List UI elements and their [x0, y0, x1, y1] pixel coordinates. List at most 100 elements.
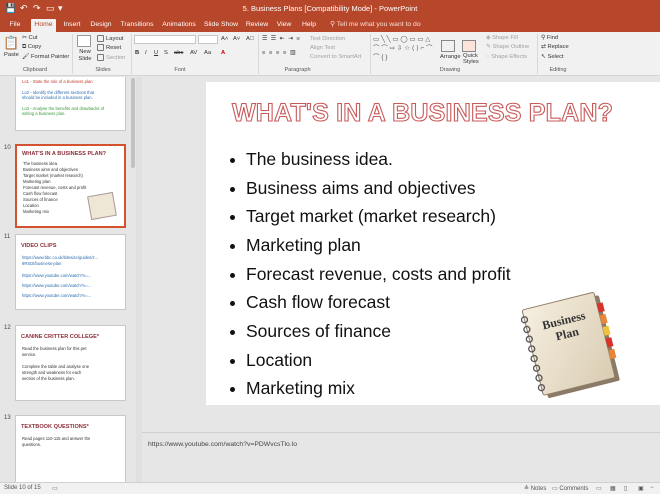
tab-transitions[interactable]: Transitions: [118, 19, 156, 32]
slide-sorter-icon[interactable]: ▦: [610, 485, 616, 492]
new-slide-icon[interactable]: [77, 35, 91, 47]
thumb-line: writing a business plan.: [22, 111, 66, 116]
grow-font-icon[interactable]: A˄: [221, 36, 228, 42]
find-button[interactable]: ⚲ Find: [541, 35, 558, 41]
notes-text[interactable]: https://www.youtube.com/watch?v=PDWvcsTl…: [148, 441, 297, 448]
shrink-font-icon[interactable]: A˅: [233, 36, 240, 42]
tab-design[interactable]: Design: [88, 19, 114, 32]
change-case-icon[interactable]: Aa: [204, 50, 211, 56]
slide-number: 13: [4, 415, 11, 421]
tab-review[interactable]: Review: [244, 19, 270, 32]
bullet-dot: [230, 243, 235, 249]
strikethrough-button[interactable]: abc: [174, 50, 183, 56]
section-icon: [97, 54, 104, 61]
bullet-item[interactable]: Marketing mix: [230, 378, 355, 399]
slide-thumbnail-11[interactable]: VIDEO CLIPS https://www.bbc.co.uk/bitesi…: [15, 234, 126, 310]
convert-smartart-button[interactable]: Convert to SmartArt: [310, 54, 361, 60]
clear-formatting-icon[interactable]: A⃠: [246, 36, 254, 42]
paragraph-group-label: Paragraph: [284, 67, 311, 73]
cut-button[interactable]: ✂ Cut: [22, 35, 38, 41]
bullet-dot: [230, 186, 235, 192]
slide-thumbnail-13[interactable]: TEXTBOOK QUESTIONS* Read pages 110-115 a…: [15, 415, 126, 482]
thumb-line: Cash flow forecast: [23, 191, 58, 196]
business-plan-book-image[interactable]: Business Plan: [512, 287, 632, 403]
ribbon: 📋 Paste ✂ Cut ⧉ Copy 🖌 Format Painter Cl…: [0, 32, 660, 76]
thumb-line: Read pages 110-115 and answer the: [22, 436, 91, 441]
arrange-icon[interactable]: [441, 40, 455, 52]
align-icons[interactable]: ≡ ≡ ≡ ≡ ▥: [262, 50, 296, 56]
notes-pane[interactable]: https://www.youtube.com/watch?v=PDWvcsTl…: [142, 432, 660, 482]
shapes-gallery[interactable]: ▭ ╲ ╲ ▭ ◯ ▭ ▭ △ ⌒ ⌒ ⇨ ⇩ ☆ ⟨ ⟩ ⌐ ⌒ ⌒ { }: [373, 35, 438, 63]
font-size-dropdown[interactable]: [198, 35, 218, 44]
font-name-dropdown[interactable]: [134, 35, 196, 44]
paste-button[interactable]: Paste: [4, 52, 19, 58]
notes-toggle-button[interactable]: ≜ Notes: [524, 485, 546, 492]
italic-button[interactable]: I: [145, 50, 147, 56]
shape-outline-button[interactable]: ✎ Shape Outline: [486, 44, 529, 50]
reading-view-icon[interactable]: ▯: [624, 485, 627, 492]
shape-fill-button[interactable]: ◈ Shape Fill: [486, 35, 518, 41]
paste-icon[interactable]: 📋: [3, 35, 19, 51]
format-painter-button[interactable]: 🖌 Format Painter: [22, 54, 69, 60]
divider: [258, 34, 259, 74]
bullet-dot: [230, 300, 235, 306]
slide-thumbnail-10[interactable]: WHAT'S IN A BUSINESS PLAN? The business …: [15, 144, 126, 228]
shape-effects-button[interactable]: ◌ Shape Effects: [486, 54, 527, 60]
tab-help[interactable]: Help: [298, 19, 320, 32]
tab-view[interactable]: View: [273, 19, 295, 32]
bullet-item[interactable]: The business idea.: [230, 149, 393, 170]
slide-thumbnail-9[interactable]: Lo1 - State the role of a business plan …: [15, 77, 126, 131]
underline-button[interactable]: U: [154, 50, 158, 56]
tab-insert[interactable]: Insert: [60, 19, 84, 32]
tab-slide-show[interactable]: Slide Show: [202, 19, 240, 32]
section-button[interactable]: Section: [97, 54, 125, 61]
thumb-line: Read the business plan for this pet: [22, 346, 87, 351]
bullets-icon[interactable]: ☰ ☰ ⇤ ⇥ ≡: [262, 36, 301, 42]
slideshow-view-icon[interactable]: ▣: [638, 485, 644, 492]
quick-styles-button[interactable]: Quick Styles: [463, 53, 479, 65]
font-color-icon[interactable]: A: [221, 50, 225, 56]
thumb-line: should be included in a business plan.: [22, 95, 93, 100]
bullet-item[interactable]: Sources of finance: [230, 321, 391, 342]
bullet-item[interactable]: Marketing plan: [230, 235, 361, 256]
slide-title[interactable]: WHAT'S IN A BUSINESS PLAN?: [231, 98, 613, 128]
bullet-item[interactable]: Forecast revenue, costs and profit: [230, 264, 511, 285]
quick-styles-icon[interactable]: [462, 40, 476, 52]
tell-me-search[interactable]: ⚲ Tell me what you want to do: [330, 19, 421, 31]
layout-button[interactable]: Layout: [97, 35, 123, 42]
normal-view-icon[interactable]: ▭: [596, 485, 602, 492]
align-text-button[interactable]: Align Text: [310, 45, 335, 51]
bullet-item[interactable]: Target market (market research): [230, 206, 496, 227]
bullet-dot: [230, 272, 235, 278]
tab-file[interactable]: File: [4, 19, 26, 32]
ribbon-tabs: File Home Insert Design Transitions Anim…: [0, 17, 660, 32]
thumb-line: Sources of finance: [23, 197, 58, 202]
thumbnail-scroll-thumb[interactable]: [131, 78, 135, 168]
bullet-item[interactable]: Location: [230, 350, 312, 371]
bullet-item[interactable]: Business aims and objectives: [230, 178, 476, 199]
bullet-item[interactable]: Cash flow forecast: [230, 292, 390, 313]
thumb-line: strength and weakness for each: [22, 370, 82, 375]
slide-counter: Slide 10 of 15: [4, 485, 41, 491]
spellcheck-icon[interactable]: ▭: [52, 485, 58, 492]
slide-thumbnail-12[interactable]: CANINE CRITTER COLLEGE* Read the busines…: [15, 325, 126, 401]
slide-canvas[interactable]: WHAT'S IN A BUSINESS PLAN? The business …: [206, 82, 660, 405]
shadow-button[interactable]: S: [164, 50, 168, 56]
comments-toggle-button[interactable]: ▭ Comments: [552, 485, 588, 492]
slide-editor: WHAT'S IN A BUSINESS PLAN? The business …: [142, 77, 660, 482]
new-slide-button[interactable]: New Slide: [75, 49, 95, 63]
copy-button[interactable]: ⧉ Copy: [22, 44, 41, 51]
bold-button[interactable]: B: [135, 50, 139, 56]
replace-button[interactable]: ⇄ Replace: [541, 44, 569, 50]
tab-home[interactable]: Home: [31, 19, 56, 32]
reset-button[interactable]: Reset: [97, 44, 121, 51]
text-direction-button[interactable]: Text Direction: [310, 36, 345, 42]
thumb-line: https://www.youtube.com/watch?v=...: [22, 293, 92, 298]
thumb-line: Marketing mix: [23, 209, 50, 214]
character-spacing-icon[interactable]: AV: [190, 50, 197, 56]
select-button[interactable]: ↖ Select: [541, 54, 564, 60]
tab-animations[interactable]: Animations: [160, 19, 198, 32]
zoom-out-icon[interactable]: −: [650, 485, 654, 491]
title-bar: 💾 ↶ ↷ ▭ ▾ 5. Business Plans [Compatibili…: [0, 0, 660, 17]
arrange-button[interactable]: Arrange: [440, 54, 461, 60]
